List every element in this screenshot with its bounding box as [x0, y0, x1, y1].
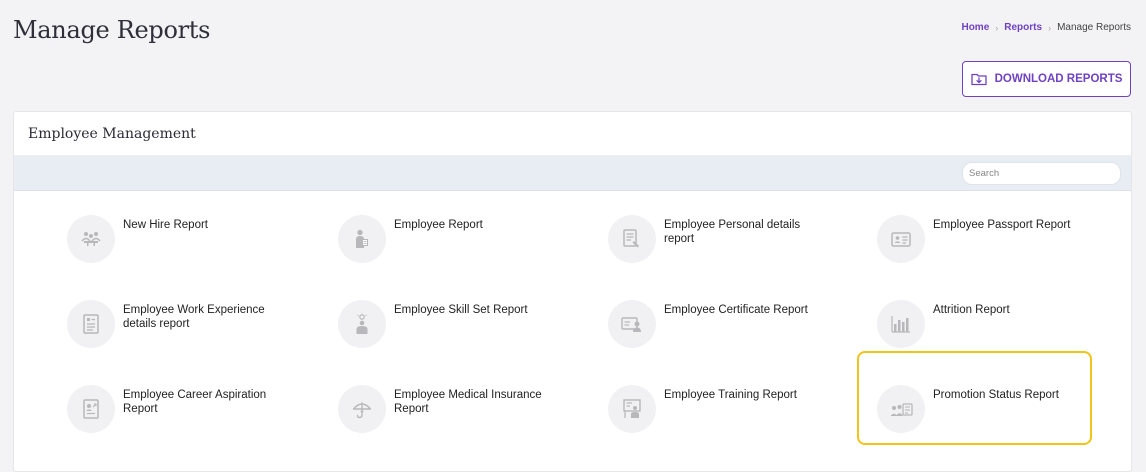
report-label: Employee Passport Report [933, 219, 1071, 231]
breadcrumb-home[interactable]: Home [961, 22, 989, 33]
report-label: Employee Skill Set Report [394, 304, 528, 316]
page-title: Manage Reports [13, 16, 211, 44]
download-reports-label: DOWNLOAD REPORTS [994, 73, 1123, 85]
report-item-employee[interactable]: Employee Report [338, 215, 554, 263]
skill-person-icon [338, 300, 386, 348]
report-item-passport[interactable]: Employee Passport Report [877, 215, 1093, 263]
certificate-icon [608, 300, 656, 348]
report-item-skill-set[interactable]: Employee Skill Set Report [338, 300, 554, 348]
report-item-medical-insurance[interactable]: Employee Medical Insurance Report [338, 385, 554, 433]
document-form-icon [608, 215, 656, 263]
report-label: Employee Report [394, 219, 483, 231]
report-item-promotion-status[interactable]: Promotion Status Report [877, 385, 1093, 433]
report-label: Promotion Status Report [933, 389, 1059, 401]
report-label: New Hire Report [123, 219, 208, 231]
report-item-career-aspiration[interactable]: Employee Career Aspiration Report [67, 385, 283, 433]
report-item-training[interactable]: Employee Training Report [608, 385, 824, 433]
training-board-icon [608, 385, 656, 433]
chevron-right-icon: › [1048, 22, 1052, 33]
promotion-people-icon [877, 385, 925, 433]
umbrella-icon [338, 385, 386, 433]
report-label: Employee Certificate Report [664, 304, 808, 316]
card-header: Employee Management [14, 112, 1131, 156]
breadcrumb: Home › Reports › Manage Reports [961, 22, 1131, 33]
card-title: Employee Management [28, 125, 196, 142]
report-item-personal-details[interactable]: Employee Personal details report [608, 215, 824, 263]
report-label: Employee Training Report [664, 389, 797, 401]
breadcrumb-reports[interactable]: Reports [1004, 22, 1042, 33]
report-item-attrition[interactable]: Attrition Report [877, 300, 1093, 348]
search-input[interactable] [962, 161, 1121, 185]
report-label: Employee Work Experience details report [123, 304, 265, 330]
report-label: Attrition Report [933, 304, 1010, 316]
report-label: Employee Personal details report [664, 219, 801, 245]
employee-badge-icon [338, 215, 386, 263]
id-card-icon [877, 215, 925, 263]
chevron-right-icon: › [995, 22, 999, 33]
folder-download-icon [970, 72, 987, 86]
people-meeting-icon [67, 215, 115, 263]
report-item-certificate[interactable]: Employee Certificate Report [608, 300, 824, 348]
report-item-work-experience[interactable]: Employee Work Experience details report [67, 300, 283, 348]
breadcrumb-current: Manage Reports [1057, 22, 1131, 33]
download-reports-button[interactable]: DOWNLOAD REPORTS [962, 61, 1131, 97]
report-label: Employee Medical Insurance Report [394, 389, 542, 415]
bar-chart-icon [877, 300, 925, 348]
document-lines-icon [67, 300, 115, 348]
report-toolbar [14, 156, 1131, 191]
career-document-icon [67, 385, 115, 433]
report-label: Employee Career Aspiration Report [123, 389, 267, 415]
report-item-new-hire[interactable]: New Hire Report [67, 215, 283, 263]
